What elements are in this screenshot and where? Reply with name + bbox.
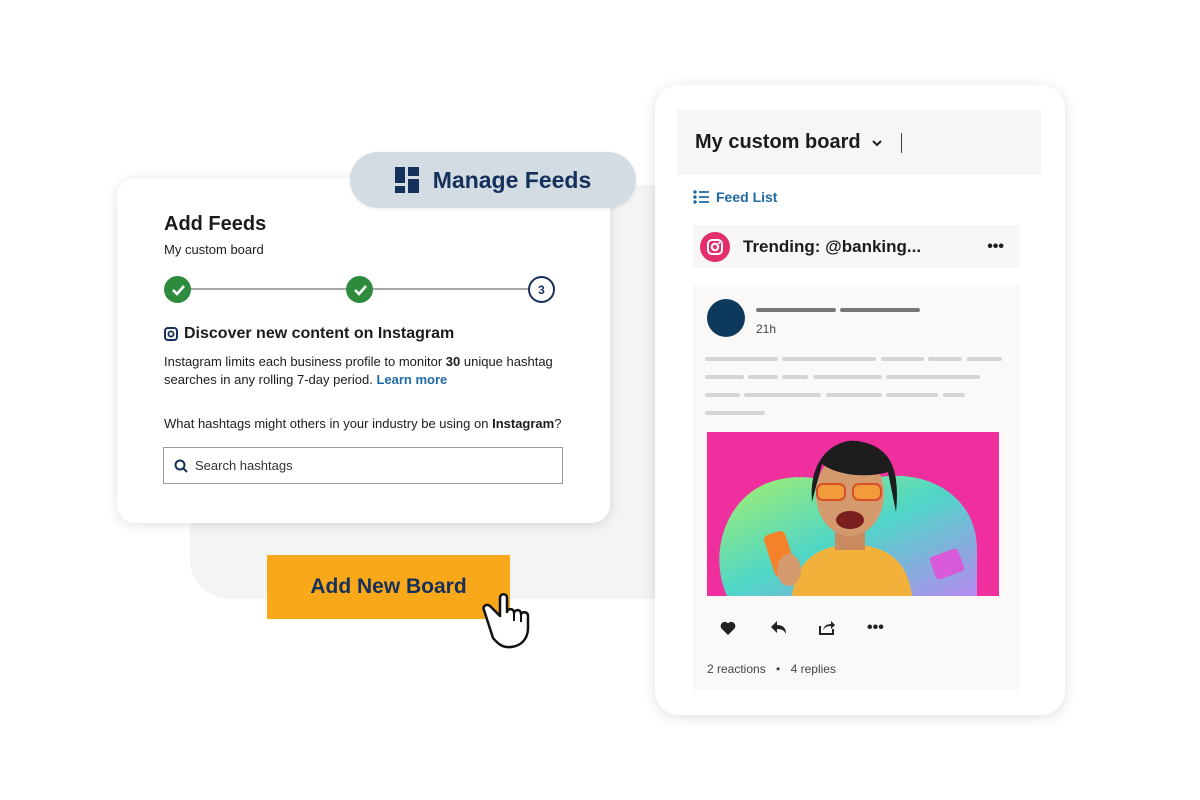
reply-icon[interactable] (770, 620, 787, 635)
feed-list-link[interactable]: Feed List (693, 189, 777, 205)
text-placeholder (886, 393, 938, 397)
feed-title: Trending: @banking... (743, 236, 922, 256)
author-name-placeholder (756, 308, 836, 312)
section-title: Discover new content on Instagram (184, 325, 455, 342)
list-icon (693, 190, 709, 204)
text-placeholder (782, 357, 876, 361)
text-placeholder (782, 375, 808, 379)
learn-more-link[interactable]: Learn more (376, 372, 447, 387)
search-placeholder: Search hashtags (195, 458, 293, 473)
text-placeholder (967, 357, 1002, 361)
check-icon (171, 284, 185, 296)
text-placeholder (705, 393, 740, 397)
dashboard-icon (394, 167, 419, 193)
question-text: What hashtags might others in your indus… (164, 416, 493, 431)
board-header: My custom board (677, 110, 1041, 175)
desc-text: Instagram limits each business profile t… (164, 354, 446, 369)
replies-count[interactable]: 4 replies (791, 662, 836, 676)
text-placeholder (748, 375, 778, 379)
check-icon (353, 284, 367, 296)
section-heading: Discover new content on Instagram (164, 325, 454, 343)
text-placeholder (928, 357, 962, 361)
search-hashtags-input[interactable]: Search hashtags (163, 447, 563, 484)
board-title[interactable]: My custom board (695, 131, 861, 154)
instagram-icon (700, 231, 730, 262)
text-placeholder (943, 393, 965, 397)
stats-separator: • (776, 662, 781, 676)
text-placeholder (881, 357, 924, 361)
text-placeholder (813, 375, 882, 379)
divider (900, 132, 903, 153)
text-placeholder (744, 393, 821, 397)
chevron-down-icon[interactable] (871, 139, 883, 147)
step-3-current: 3 (528, 276, 555, 303)
share-icon[interactable] (818, 619, 835, 635)
post-stats: 2 reactions • 4 replies (707, 662, 836, 676)
manage-feeds-badge[interactable]: Manage Feeds (350, 152, 636, 208)
feed-list-label: Feed List (716, 189, 778, 205)
hashtag-question: What hashtags might others in your indus… (164, 416, 561, 431)
author-avatar (707, 299, 745, 337)
text-placeholder (886, 375, 980, 379)
step-1-complete (164, 276, 191, 303)
question-bold: Instagram (492, 416, 555, 431)
text-placeholder (705, 411, 765, 415)
more-actions-icon[interactable]: ••• (867, 619, 884, 637)
text-placeholder (705, 375, 744, 379)
board-name: My custom board (164, 242, 264, 257)
feed-header: Trending: @banking... ••• (693, 225, 1020, 268)
add-new-board-button[interactable]: Add New Board (267, 555, 510, 619)
reactions-count[interactable]: 2 reactions (707, 662, 766, 676)
limit-description: Instagram limits each business profile t… (164, 353, 574, 389)
person-photo-illustration (719, 440, 977, 596)
desc-limit: 30 (445, 354, 461, 369)
question-end: ? (554, 416, 562, 431)
search-icon (174, 459, 188, 473)
hand-cursor-icon (482, 593, 530, 649)
manage-feeds-label: Manage Feeds (432, 166, 592, 193)
step-2-complete (346, 276, 373, 303)
more-options-icon[interactable]: ••• (987, 238, 1004, 256)
add-feeds-title: Add Feeds (164, 213, 267, 235)
text-placeholder (826, 393, 882, 397)
text-placeholder (705, 357, 778, 361)
post-time: 21h (756, 322, 777, 336)
post-image (707, 432, 999, 596)
author-handle-placeholder (840, 308, 920, 312)
heart-icon[interactable] (720, 621, 736, 635)
instagram-icon (164, 327, 178, 341)
